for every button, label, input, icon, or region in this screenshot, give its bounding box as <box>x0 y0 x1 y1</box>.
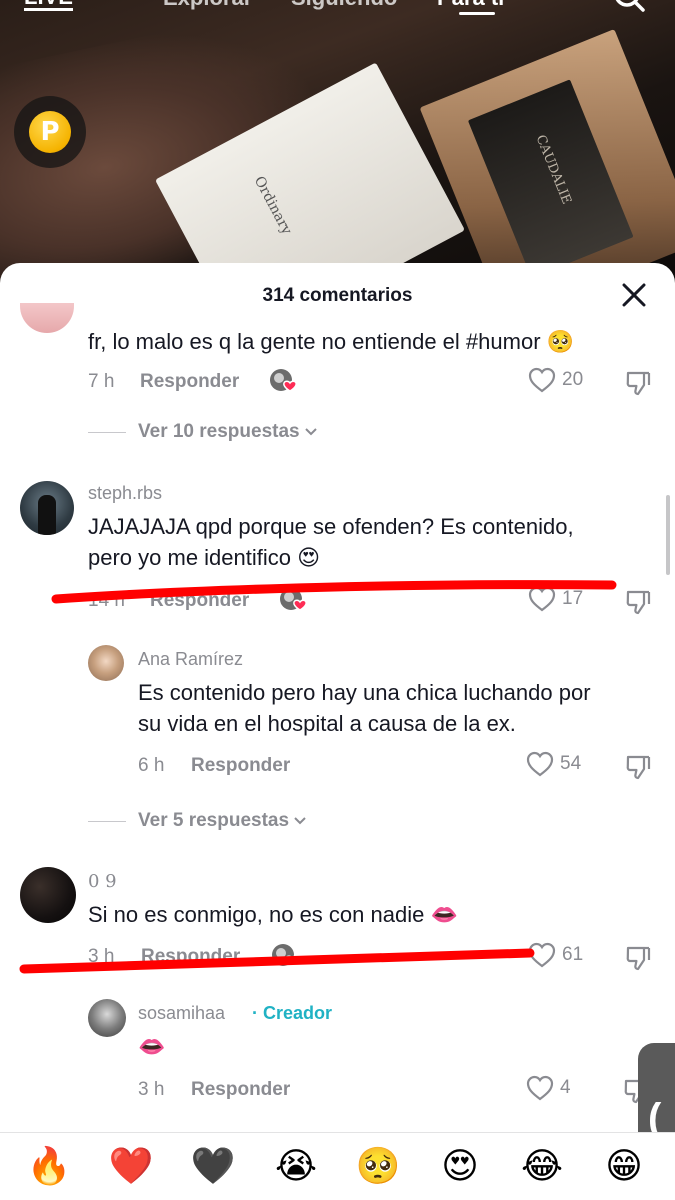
username[interactable]: sosamihaa <box>138 1003 225 1024</box>
heart-outline-icon <box>528 942 556 968</box>
like-button[interactable]: 4 <box>526 1075 571 1101</box>
emoji-red-heart[interactable]: ❤️ <box>108 1147 154 1187</box>
emoji-crying[interactable]: 😭 <box>273 1147 319 1187</box>
heart-outline-icon <box>528 367 556 393</box>
tab-para-ti[interactable]: Para ti <box>437 0 504 10</box>
comment-text: Si no es conmigo, no es con nadie 👄 <box>88 902 458 928</box>
tab-siguiendo[interactable]: Siguiendo <box>291 0 397 10</box>
like-count: 17 <box>562 588 584 609</box>
username[interactable]: Ana Ramírez <box>138 649 243 670</box>
dislike-icon[interactable] <box>624 369 652 397</box>
like-button[interactable]: 61 <box>528 942 583 968</box>
close-icon[interactable] <box>620 281 648 309</box>
emoji-fire[interactable]: 🔥 <box>26 1147 72 1187</box>
comment-time: 14 h <box>88 590 125 611</box>
creator-badge: · Creador <box>252 1003 333 1023</box>
chevron-down-icon <box>304 428 317 436</box>
heart-outline-icon <box>526 751 554 777</box>
active-tab-indicator <box>459 12 495 15</box>
comment-time: 3 h <box>88 946 115 967</box>
emoji-quick-bar: 🔥 ❤️ 🖤 😭 🥺 😍 😂 😁 <box>0 1132 675 1200</box>
like-button[interactable]: 17 <box>528 586 583 612</box>
reply-button[interactable]: Responder <box>141 946 240 968</box>
comments-count-title: 314 comentarios <box>262 285 413 306</box>
avatar[interactable] <box>88 645 124 681</box>
dislike-icon[interactable] <box>624 753 652 781</box>
coin-icon: P <box>29 111 71 153</box>
comment-text: fr, lo malo es q la gente no entiende el… <box>88 329 575 355</box>
product-box-window: CAUDALIE <box>467 79 634 279</box>
search-icon[interactable] <box>611 0 647 14</box>
video-background[interactable]: Ordinary CAUDALIE <box>0 0 675 300</box>
dislike-icon[interactable] <box>624 588 652 616</box>
emoji-pleading[interactable]: 🥺 <box>355 1147 401 1187</box>
like-count: 20 <box>562 369 584 390</box>
emoji-joy[interactable]: 😂 <box>519 1147 565 1187</box>
divider <box>88 820 126 822</box>
view-replies-button[interactable]: Ver 5 respuestas <box>88 810 308 832</box>
creator-liked-icon <box>280 588 307 611</box>
avatar[interactable] <box>20 481 74 535</box>
comment-time: 3 h <box>138 1079 165 1100</box>
emoji-black-heart[interactable]: 🖤 <box>190 1147 236 1187</box>
chevron-down-icon <box>294 817 306 825</box>
comment-time: 6 h <box>138 755 165 776</box>
product-box-caudalie: CAUDALIE <box>419 29 675 300</box>
username[interactable]: 0 9 <box>88 871 117 892</box>
like-button[interactable]: 20 <box>528 367 583 393</box>
product-box-label: Ordinary <box>250 173 295 238</box>
avatar[interactable] <box>88 999 126 1037</box>
view-replies-button[interactable]: Ver 10 respuestas <box>88 421 319 443</box>
emoji-grin[interactable]: 😁 <box>601 1147 647 1187</box>
comment-text: 👄 <box>138 1035 166 1060</box>
heart-outline-icon <box>528 586 556 612</box>
reply-button[interactable]: Responder <box>191 1079 290 1101</box>
reply-button[interactable]: Responder <box>140 371 239 393</box>
comment-time: 7 h <box>88 371 115 392</box>
like-button[interactable]: 54 <box>526 751 581 777</box>
emoji-heart-eyes[interactable]: 😍 <box>437 1147 483 1187</box>
divider <box>88 431 126 433</box>
heart-outline-icon <box>526 1075 554 1101</box>
dislike-icon[interactable] <box>624 944 652 972</box>
creator-liked-icon <box>270 369 297 392</box>
comments-sheet: 314 comentarios fr, lo malo es q la gent… <box>0 263 675 1200</box>
scrollbar[interactable] <box>666 495 670 575</box>
avatar[interactable] <box>20 867 76 923</box>
reply-button[interactable]: Responder <box>191 755 290 777</box>
comment-text: Es contenido pero hay una chica luchando… <box>138 680 591 736</box>
comment-text: JAJAJAJA qpd porque se ofenden? Es conte… <box>88 514 574 571</box>
live-button[interactable]: LIVE <box>24 0 73 11</box>
product-box-label: CAUDALIE <box>532 132 574 207</box>
like-count: 54 <box>560 753 582 774</box>
reply-button[interactable]: Responder <box>150 590 249 612</box>
avatar[interactable] <box>20 303 74 333</box>
like-count: 4 <box>560 1077 571 1098</box>
username[interactable]: steph.rbs <box>88 483 162 504</box>
top-navigation: LIVE Explorar Siguiendo Para ti <box>0 0 675 26</box>
rewards-coin-button[interactable]: P <box>14 96 86 168</box>
tab-explorar[interactable]: Explorar <box>163 0 252 10</box>
creator-liked-icon <box>272 944 299 967</box>
like-count: 61 <box>562 944 584 965</box>
